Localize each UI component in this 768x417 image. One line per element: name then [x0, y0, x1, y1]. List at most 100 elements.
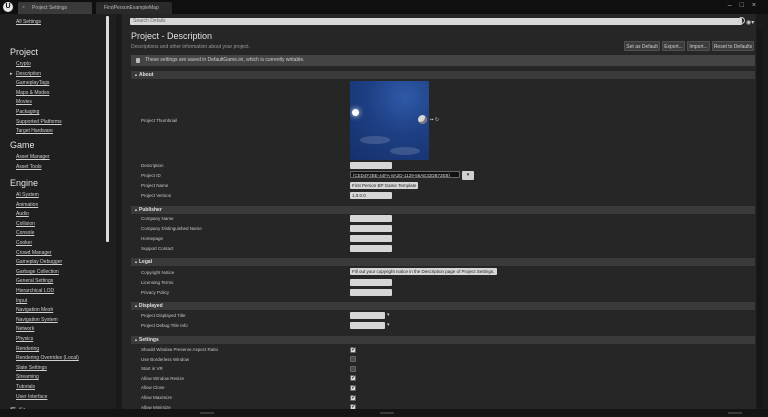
licensing-terms-field[interactable]	[350, 279, 392, 286]
setting-checkbox[interactable]: ✓	[350, 346, 356, 353]
project-thumbnail-image[interactable]	[350, 81, 429, 160]
sidebar-item-hierarchical-lod[interactable]: Hierarchical LOD	[16, 288, 54, 294]
unreal-logo-icon: U	[3, 2, 13, 12]
sidebar-item-movies[interactable]: Movies	[16, 99, 32, 105]
privacy-policy-field[interactable]	[350, 289, 392, 296]
tab-first-person-map[interactable]: FirstPersonExampleMap	[96, 2, 172, 14]
project-name-field[interactable]: First Person BP Game Template	[350, 182, 418, 189]
settings-sidebar: All Settings Project Crypto Description ▸ Ga…	[0, 14, 116, 409]
setting-checkbox[interactable]: ✓	[350, 384, 356, 391]
sidebar-item-general-settings[interactable]: General Settings	[16, 278, 53, 284]
homepage-field[interactable]	[350, 235, 392, 242]
sidebar-item-console[interactable]: Console	[16, 230, 34, 236]
visibility-eye-icon[interactable]: ◉▾	[746, 19, 754, 26]
sidebar-item-audio[interactable]: Audio	[16, 211, 29, 217]
all-settings-link[interactable]: All Settings	[16, 19, 41, 25]
setting-checkbox[interactable]: ✓	[350, 394, 356, 401]
sidebar-item-packaging[interactable]: Packaging	[16, 109, 39, 115]
sidebar-item-rendering-overrides-local[interactable]: Rendering Overrides (Local)	[16, 355, 79, 361]
search-icon[interactable]	[738, 17, 745, 24]
close-tab-icon[interactable]: ×	[22, 2, 25, 14]
sidebar-item-crowd-manager[interactable]: Crowd Manager	[16, 250, 52, 256]
setting-label: Start in VR	[141, 366, 163, 372]
sidebar-item-user-interface[interactable]: User Interface	[16, 394, 47, 400]
nav-group-title: Engine	[10, 178, 39, 188]
copyright-notice-field[interactable]: Fill out your copyright notice in the De…	[350, 268, 497, 275]
sidebar-item-garbage-collection[interactable]: Garbage Collection	[16, 269, 59, 275]
section-settings[interactable]: ▲ Settings	[131, 336, 755, 344]
sidebar-item-tutorials[interactable]: Tutorials	[16, 384, 35, 390]
sidebar-item-description[interactable]: Description	[16, 71, 41, 77]
thumbnail-tools[interactable]: ▪▪ ↻	[430, 117, 439, 123]
page-subtitle: Descriptions and other information about…	[131, 44, 250, 50]
sidebar-item-navigation-system[interactable]: Navigation System	[16, 317, 58, 323]
project-version-label: Project Version	[141, 193, 172, 198]
window-controls[interactable]: –□×	[728, 2, 764, 9]
sidebar-item-target-hardware[interactable]: Target Hardware	[16, 128, 53, 134]
description-field[interactable]	[350, 162, 392, 169]
project-version-field[interactable]: 1.0.0.0	[350, 192, 392, 199]
title-bar: U × Project Settings FirstPersonExampleM…	[0, 0, 768, 14]
page-title: Project - Description	[131, 31, 213, 41]
section-title: Settings	[139, 337, 159, 343]
sidebar-item-navigation-mesh[interactable]: Navigation Mesh	[16, 307, 53, 313]
sidebar-item-crypto[interactable]: Crypto	[16, 61, 31, 67]
sidebar-item-gameplaytags[interactable]: GameplayTags	[16, 80, 49, 86]
search-input[interactable]: Search Details	[130, 18, 742, 25]
company-distinguished-name-field[interactable]	[350, 225, 392, 232]
sidebar-item-slate-settings[interactable]: Slate Settings	[16, 365, 47, 371]
chevron-down-icon[interactable]: ▾	[387, 322, 390, 328]
setting-label: Allow Maximize	[141, 395, 173, 400]
tab-project-settings[interactable]: × Project Settings	[18, 2, 92, 14]
export-button[interactable]: Export...	[662, 41, 685, 51]
import-button[interactable]: Import...	[687, 41, 710, 51]
setting-checkbox[interactable]	[350, 356, 356, 363]
project-id-field[interactable]: {CED4F2BE-44FA-8A2D-1129-56AE32DB72EB}	[350, 171, 460, 178]
section-title: Legal	[139, 259, 153, 265]
sidebar-item-streaming[interactable]: Streaming	[16, 374, 39, 380]
description-label: Description	[141, 163, 164, 168]
config-notice-text: These settings are saved in DefaultGame.…	[145, 57, 305, 63]
company-name-field[interactable]	[350, 215, 392, 222]
support-contact-field[interactable]	[350, 245, 392, 252]
sidebar-item-animation[interactable]: Animation	[16, 202, 38, 208]
sidebar-item-collision[interactable]: Collision	[16, 221, 35, 227]
project-displayed-title-field[interactable]	[350, 312, 385, 319]
status-bar	[0, 409, 768, 417]
setting-label: Use Borderless Window	[141, 356, 190, 362]
sidebar-item-gameplay-debugger[interactable]: Gameplay Debugger	[16, 259, 62, 265]
section-publisher[interactable]: ▲ Publisher	[131, 206, 755, 214]
setting-checkbox[interactable]: ✓	[350, 375, 356, 382]
sidebar-item-supported-platforms[interactable]: Supported Platforms	[16, 119, 62, 125]
sidebar-item-asset-tools[interactable]: Asset Tools	[16, 164, 41, 170]
sidebar-item-input[interactable]: Input	[16, 298, 27, 304]
setting-checkbox[interactable]	[350, 365, 356, 372]
sun-icon	[352, 109, 359, 116]
chevron-down-icon[interactable]: ▾	[387, 312, 390, 318]
project-debug-title-info-field[interactable]	[350, 322, 385, 329]
setting-label: Should Window Preserve Aspect Ratio	[141, 347, 219, 352]
reset-to-defaults-button[interactable]: Reset to Defaults	[712, 41, 754, 51]
sidebar-item-network[interactable]: Network	[16, 326, 34, 332]
collapse-arrow-icon: ▲	[134, 259, 138, 264]
sidebar-item-physics[interactable]: Physics	[16, 336, 33, 342]
sidebar-item-rendering[interactable]: Rendering	[16, 346, 39, 352]
sidebar-item-maps-modes[interactable]: Maps & Modes	[16, 90, 49, 96]
set-as-default-button[interactable]: Set as Default	[624, 41, 660, 51]
sidebar-scrollbar[interactable]	[106, 16, 109, 242]
status-indicator	[728, 412, 742, 414]
sidebar-item-cooker[interactable]: Cooker	[16, 240, 32, 246]
details-scrollbar[interactable]	[757, 30, 763, 408]
setting-label: Allow Window Resize	[141, 375, 185, 381]
sidebar-item-ai-system[interactable]: AI System	[16, 192, 39, 198]
selected-arrow-icon: ▸	[10, 70, 13, 77]
search-placeholder: Search Details	[133, 18, 166, 24]
section-displayed[interactable]: ▲ Displayed	[131, 302, 755, 310]
section-title: About	[139, 72, 154, 78]
project-id-dropdown-button[interactable]: ▾	[462, 171, 474, 180]
cloud-shape	[360, 136, 390, 144]
sidebar-item-asset-manager[interactable]: Asset Manager	[16, 154, 50, 160]
section-legal[interactable]: ▲ Legal	[131, 258, 755, 266]
section-about[interactable]: ▲ About	[131, 71, 755, 79]
sphere-icon	[418, 115, 427, 124]
